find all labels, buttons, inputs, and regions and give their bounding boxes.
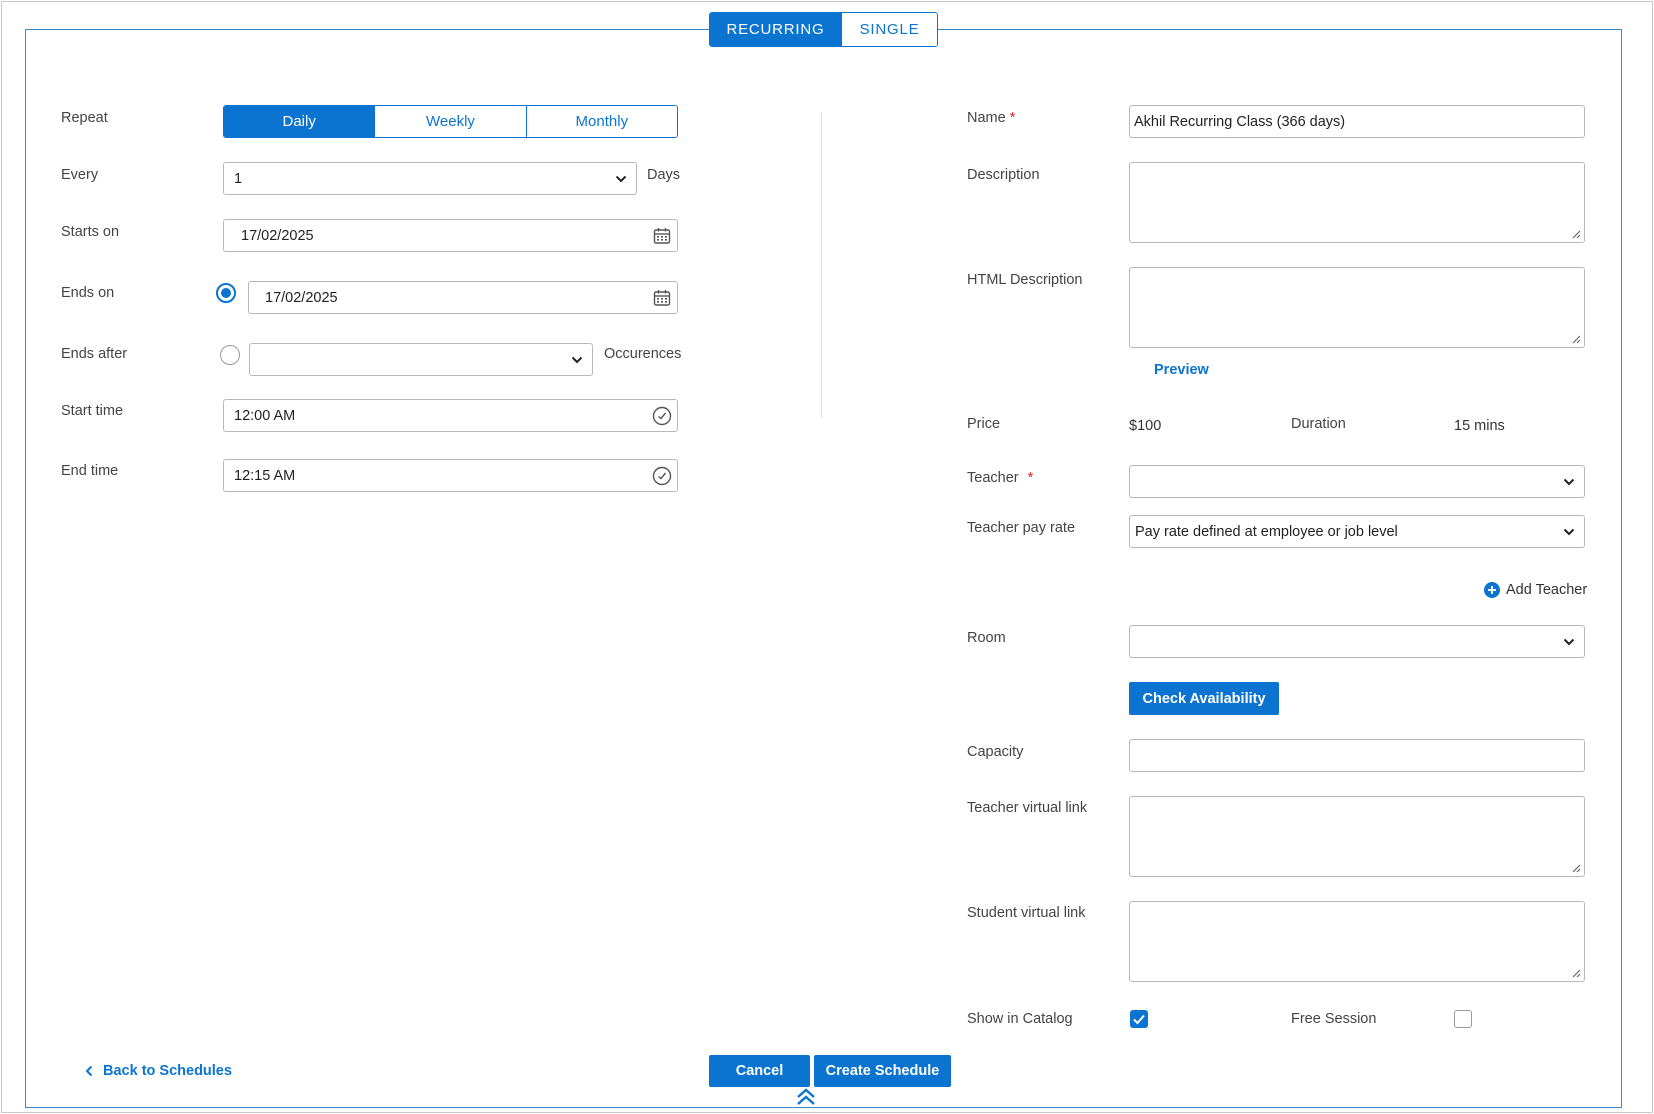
repeat-segmented-control: Daily Weekly Monthly bbox=[223, 105, 678, 138]
ends-after-label: Ends after bbox=[61, 346, 128, 362]
ends-after-radio[interactable] bbox=[220, 345, 240, 365]
chevron-down-icon bbox=[1554, 478, 1584, 486]
add-teacher-label: Add Teacher bbox=[1506, 582, 1588, 598]
chevron-down-icon bbox=[1554, 638, 1584, 646]
resize-grip-icon[interactable] bbox=[1571, 334, 1581, 344]
repeat-weekly-button[interactable]: Weekly bbox=[374, 106, 526, 137]
show-in-catalog-checkbox[interactable] bbox=[1130, 1010, 1148, 1028]
resize-grip-icon[interactable] bbox=[1571, 229, 1581, 239]
resize-grip-icon[interactable] bbox=[1571, 968, 1581, 978]
end-time-input[interactable]: 12:15 AM bbox=[223, 459, 678, 492]
ends-on-date-input[interactable]: 17/02/2025 bbox=[248, 281, 678, 314]
ends-after-unit: Occurences bbox=[604, 346, 682, 362]
chevron-down-icon bbox=[562, 356, 592, 364]
repeat-monthly-button[interactable]: Monthly bbox=[525, 106, 677, 137]
free-session-label: Free Session bbox=[1291, 1011, 1377, 1027]
every-unit: Days bbox=[647, 167, 681, 183]
duration-label: Duration bbox=[1291, 416, 1346, 432]
cancel-button[interactable]: Cancel bbox=[709, 1055, 810, 1087]
clock-icon[interactable] bbox=[647, 406, 677, 426]
starts-on-date-input[interactable]: 17/02/2025 bbox=[223, 219, 678, 252]
repeat-daily-button[interactable]: Daily bbox=[224, 106, 375, 137]
chevron-down-icon bbox=[1554, 528, 1584, 536]
html-description-label: HTML Description bbox=[967, 272, 1083, 288]
ends-after-select[interactable] bbox=[249, 343, 593, 376]
name-value: Akhil Recurring Class (366 days) bbox=[1134, 113, 1346, 130]
required-mark: * bbox=[1009, 110, 1016, 126]
starts-on-value: 17/02/2025 bbox=[241, 227, 314, 244]
end-time-label: End time bbox=[61, 463, 119, 479]
column-divider bbox=[821, 112, 822, 418]
calendar-icon[interactable] bbox=[647, 227, 677, 245]
room-select[interactable] bbox=[1129, 625, 1585, 658]
resize-grip-icon[interactable] bbox=[1571, 863, 1581, 873]
schedule-mode-toggle: RECURRING SINGLE bbox=[709, 12, 938, 47]
description-textarea[interactable] bbox=[1129, 162, 1585, 243]
html-description-textarea[interactable] bbox=[1129, 267, 1585, 348]
ends-on-radio[interactable] bbox=[216, 283, 236, 303]
ends-on-value: 17/02/2025 bbox=[265, 289, 338, 306]
scroll-to-top-icon[interactable] bbox=[795, 1088, 817, 1106]
capacity-label: Capacity bbox=[967, 744, 1024, 760]
chevron-down-icon bbox=[606, 175, 636, 183]
every-select[interactable]: 1 bbox=[223, 162, 637, 195]
clock-icon[interactable] bbox=[647, 466, 677, 486]
duration-value: 15 mins bbox=[1454, 418, 1505, 434]
add-teacher-button[interactable]: Add Teacher bbox=[1484, 582, 1587, 598]
price-value: $100 bbox=[1129, 418, 1162, 434]
teacher-virtual-link-textarea[interactable] bbox=[1129, 796, 1585, 877]
plus-circle-icon bbox=[1484, 582, 1500, 598]
back-to-schedules-label: Back to Schedules bbox=[103, 1063, 232, 1079]
show-in-catalog-label: Show in Catalog bbox=[967, 1011, 1073, 1027]
teacher-pay-rate-value: Pay rate defined at employee or job leve… bbox=[1135, 523, 1398, 540]
teacher-pay-rate-label: Teacher pay rate bbox=[967, 520, 1076, 536]
calendar-icon[interactable] bbox=[647, 289, 677, 307]
teacher-virtual-link-label: Teacher virtual link bbox=[967, 800, 1088, 816]
starts-on-label: Starts on bbox=[61, 224, 120, 240]
price-label: Price bbox=[967, 416, 1001, 432]
check-availability-button[interactable]: Check Availability bbox=[1129, 682, 1279, 715]
checkmark-icon bbox=[1133, 1014, 1145, 1025]
create-schedule-button[interactable]: Create Schedule bbox=[814, 1055, 951, 1087]
tab-single[interactable]: SINGLE bbox=[841, 13, 937, 46]
back-to-schedules-link[interactable]: Back to Schedules bbox=[85, 1063, 232, 1079]
preview-link[interactable]: Preview bbox=[1154, 362, 1209, 378]
capacity-input[interactable] bbox=[1129, 739, 1585, 772]
name-input[interactable]: Akhil Recurring Class (366 days) bbox=[1129, 105, 1585, 138]
every-value: 1 bbox=[234, 170, 243, 187]
teacher-pay-rate-select[interactable]: Pay rate defined at employee or job leve… bbox=[1129, 515, 1585, 548]
start-time-value: 12:00 AM bbox=[234, 407, 296, 424]
required-mark: * bbox=[1027, 470, 1034, 486]
teacher-label: Teacher * bbox=[967, 470, 1033, 486]
room-label: Room bbox=[967, 630, 1006, 646]
student-virtual-link-textarea[interactable] bbox=[1129, 901, 1585, 982]
free-session-checkbox[interactable] bbox=[1454, 1010, 1472, 1028]
student-virtual-link-label: Student virtual link bbox=[967, 905, 1086, 921]
start-time-input[interactable]: 12:00 AM bbox=[223, 399, 678, 432]
start-time-label: Start time bbox=[61, 403, 124, 419]
teacher-label-text: Teacher bbox=[967, 470, 1019, 486]
teacher-select[interactable] bbox=[1129, 465, 1585, 498]
repeat-label: Repeat bbox=[61, 110, 108, 126]
chevron-left-icon bbox=[85, 1065, 93, 1077]
end-time-value: 12:15 AM bbox=[234, 467, 296, 484]
name-label: Name * bbox=[967, 110, 1015, 126]
ends-on-label: Ends on bbox=[61, 285, 115, 301]
name-label-text: Name bbox=[967, 110, 1006, 126]
description-label: Description bbox=[967, 167, 1040, 183]
tab-recurring[interactable]: RECURRING bbox=[710, 13, 841, 46]
every-label: Every bbox=[61, 167, 99, 183]
